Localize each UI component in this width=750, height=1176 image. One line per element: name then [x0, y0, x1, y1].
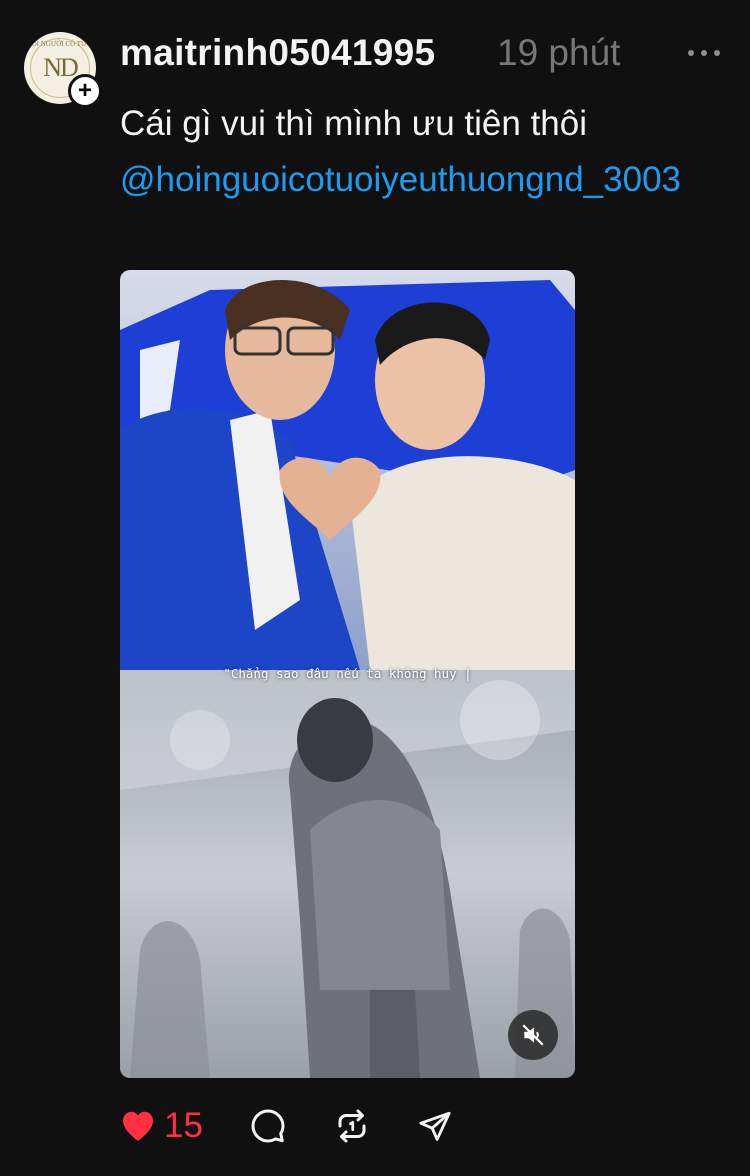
- post-caption: Cái gì vui thì mình ưu tiên thôi @hoingu…: [120, 96, 730, 208]
- video-player[interactable]: "Chẳng sao đâu nếu ta không huy |: [120, 270, 575, 1078]
- repost-button[interactable]: [334, 1104, 370, 1148]
- mute-icon: [522, 1024, 544, 1046]
- mute-button[interactable]: [508, 1010, 558, 1060]
- heart-icon: [123, 1111, 153, 1141]
- avatar-monogram: ND: [43, 53, 79, 82]
- caption-text: Cái gì vui thì mình ưu tiên thôi: [120, 104, 587, 143]
- post-actions: 15: [120, 1104, 620, 1148]
- avatar-arc-text: HỘI NGƯỜI CÓ TUỔI: [26, 40, 94, 48]
- share-button[interactable]: [418, 1104, 452, 1148]
- caption-mention-link[interactable]: @hoinguoicotuoiyeuthuongnd_3003: [120, 152, 730, 208]
- comment-button[interactable]: [250, 1104, 286, 1148]
- like-button[interactable]: 15: [120, 1104, 203, 1148]
- repost-icon: [338, 1109, 366, 1143]
- username[interactable]: maitrinh05041995: [120, 32, 435, 74]
- like-count: 15: [164, 1106, 203, 1145]
- timestamp: 19 phút: [497, 32, 621, 73]
- comment-icon: [251, 1109, 285, 1143]
- video-subtitle: "Chẳng sao đâu nếu ta không huy |: [223, 666, 472, 681]
- share-icon: [419, 1111, 451, 1141]
- more-icon[interactable]: [688, 46, 720, 60]
